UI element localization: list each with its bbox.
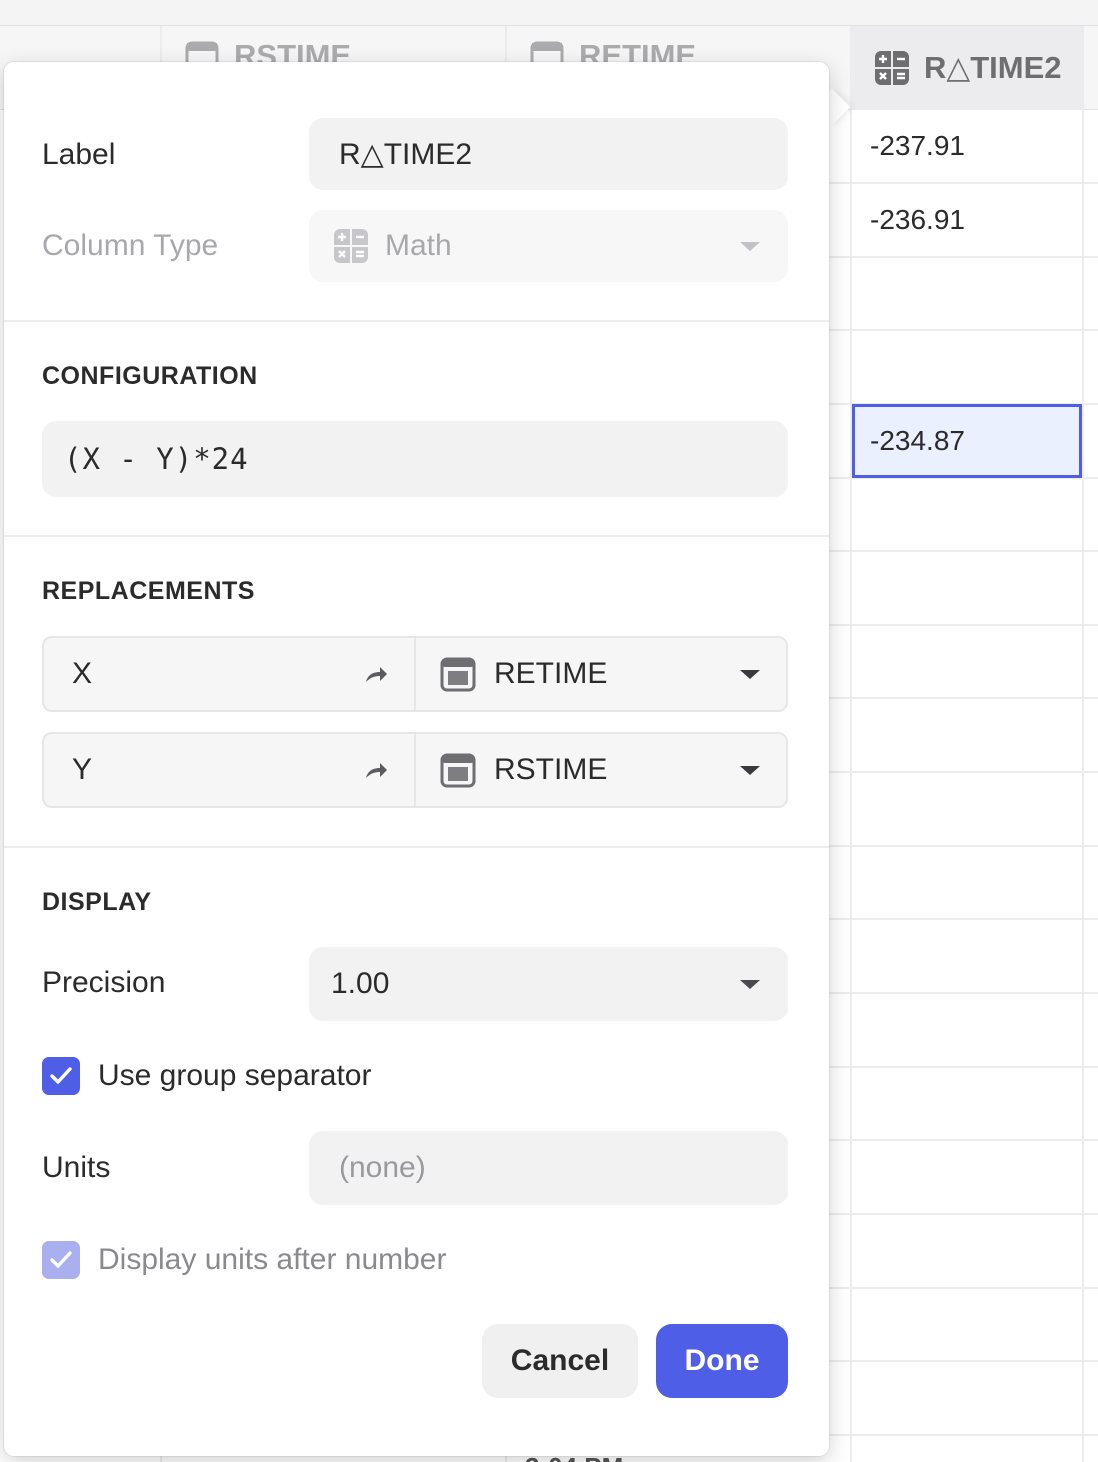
formula-input[interactable]: (X - Y)*24 xyxy=(42,421,788,497)
replacement-row-y: Y RSTIME xyxy=(42,732,788,808)
precision-title: Precision xyxy=(42,966,166,999)
units-after-number-label: Display units after number xyxy=(98,1243,447,1276)
done-button[interactable]: Done xyxy=(656,1324,788,1398)
section-divider xyxy=(4,846,829,848)
row-divider xyxy=(828,1360,1098,1362)
column-type-title: Column Type xyxy=(42,229,219,262)
row-divider xyxy=(828,697,1098,699)
label-input[interactable]: R△TIME2 xyxy=(309,118,788,190)
precision-select[interactable]: 1.00 xyxy=(309,947,788,1021)
replacement-column-value: RSTIME xyxy=(494,753,608,786)
variable-name: Y xyxy=(72,753,93,786)
column-header-ratime2[interactable]: R△TIME2 xyxy=(852,26,1082,110)
column-header-label: R△TIME2 xyxy=(924,50,1062,85)
row-divider xyxy=(828,1066,1098,1068)
table-cell[interactable] xyxy=(852,258,1082,330)
display-title: DISPLAY xyxy=(42,888,152,916)
top-toolbar xyxy=(0,0,1098,26)
share-arrow-icon xyxy=(366,667,387,682)
replacement-column-value: RETIME xyxy=(494,657,608,690)
row-divider xyxy=(828,918,1098,920)
row-divider xyxy=(828,1139,1098,1141)
section-divider xyxy=(4,320,829,322)
chevron-down-icon xyxy=(740,242,760,251)
replacements-title: REPLACEMENTS xyxy=(42,577,255,605)
calendar-icon xyxy=(440,657,476,692)
column-divider xyxy=(1082,26,1084,1462)
calendar-icon xyxy=(440,753,476,788)
row-divider xyxy=(828,845,1098,847)
group-separator-label: Use group separator xyxy=(98,1059,372,1092)
formula-value: (X - Y)*24 xyxy=(64,442,249,476)
row-divider xyxy=(828,624,1098,626)
replacement-column-select[interactable]: RSTIME xyxy=(416,734,788,806)
share-arrow-icon xyxy=(366,763,387,778)
replacement-row-x: X RETIME xyxy=(42,636,788,712)
group-separator-checkbox[interactable] xyxy=(42,1057,80,1095)
table-cell[interactable]: -237.91 xyxy=(852,110,1082,182)
table-cell[interactable] xyxy=(852,331,1082,403)
replacement-variable: Y xyxy=(44,734,416,806)
units-placeholder: (none) xyxy=(339,1151,426,1184)
units-after-number-checkbox[interactable] xyxy=(42,1241,80,1279)
row-divider xyxy=(828,1213,1098,1215)
checkmark-icon xyxy=(50,1251,72,1268)
label-title: Label xyxy=(42,138,116,171)
math-icon xyxy=(334,229,368,263)
row-divider xyxy=(828,771,1098,773)
table-cell[interactable]: -236.91 xyxy=(852,184,1082,256)
chevron-down-icon xyxy=(740,980,760,989)
row-divider xyxy=(828,1434,1098,1436)
column-type-select[interactable]: Math xyxy=(309,210,788,282)
section-divider xyxy=(4,535,829,537)
replacement-variable: X xyxy=(44,638,416,710)
chevron-down-icon xyxy=(740,766,760,775)
replacement-column-select[interactable]: RETIME xyxy=(416,638,788,710)
table-cell-selected[interactable]: -234.87 xyxy=(852,404,1082,478)
units-input[interactable]: (none) xyxy=(309,1131,788,1205)
checkmark-icon xyxy=(50,1067,72,1084)
column-settings-popover: Label R△TIME2 Column Type Math CONFIGURA… xyxy=(4,62,829,1456)
row-divider xyxy=(828,992,1098,994)
units-title: Units xyxy=(42,1151,111,1184)
precision-value: 1.00 xyxy=(331,967,390,1000)
variable-name: X xyxy=(72,657,93,690)
cancel-button[interactable]: Cancel xyxy=(482,1324,638,1398)
row-divider xyxy=(828,550,1098,552)
label-input-value: R△TIME2 xyxy=(339,137,473,171)
column-type-value: Math xyxy=(385,229,452,262)
row-divider xyxy=(828,1287,1098,1289)
chevron-down-icon xyxy=(740,670,760,679)
math-icon xyxy=(875,51,909,85)
configuration-title: CONFIGURATION xyxy=(42,362,258,390)
